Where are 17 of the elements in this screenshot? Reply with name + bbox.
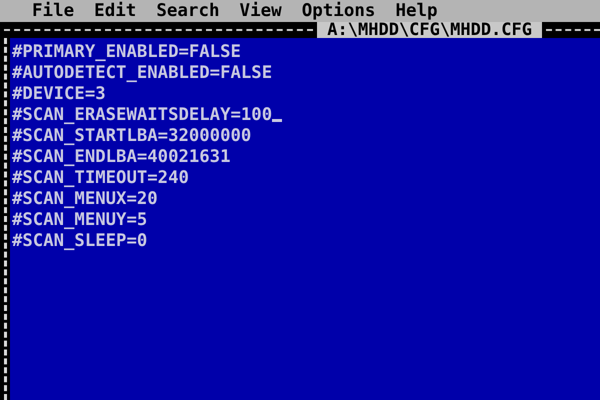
code-line: #SCAN_MENUY=5 xyxy=(12,210,148,231)
code-line: #SCAN_TIMEOUT=240 xyxy=(12,168,189,189)
code-line: #AUTODETECT_ENABLED=FALSE xyxy=(12,63,272,84)
menu-item[interactable]: File xyxy=(32,1,74,21)
menu-item[interactable]: Edit xyxy=(94,1,136,21)
code-line: #SCAN_ERASEWAITSDELAY=100 xyxy=(12,105,272,126)
code-line: #PRIMARY_ENABLED=FALSE xyxy=(12,42,241,63)
menu-item[interactable]: View xyxy=(240,1,282,21)
code-line: #SCAN_STARTLBA=32000000 xyxy=(12,126,252,147)
menu-item[interactable]: Search xyxy=(156,1,220,21)
code-line: #SCAN_SLEEP=0 xyxy=(12,231,148,252)
menu-item[interactable]: Options xyxy=(302,1,376,21)
menu-item[interactable]: Help xyxy=(395,1,438,21)
code-line: #SCAN_MENUX=20 xyxy=(12,189,158,210)
window-title: A:\MHDD\CFG\MHDD.CFG xyxy=(317,22,542,38)
code-line: #DEVICE=3 xyxy=(12,84,106,105)
code-line: #SCAN_ENDLBA=40021631 xyxy=(12,147,230,168)
